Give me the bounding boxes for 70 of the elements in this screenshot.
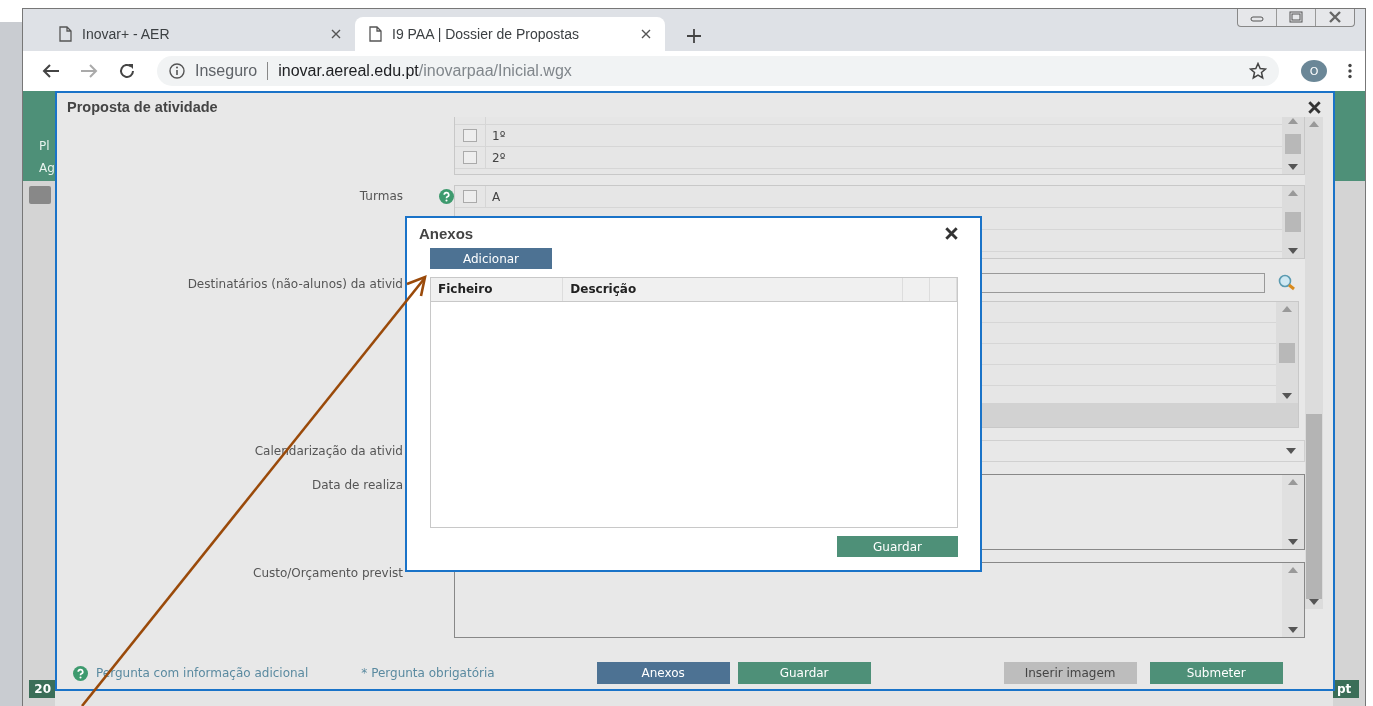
field-label: Destinatários (não-alunos) da ativid [187, 276, 403, 291]
forward-icon[interactable] [80, 63, 98, 79]
scroll-down-icon[interactable] [1286, 448, 1296, 454]
scroll-up-icon[interactable] [1288, 479, 1298, 485]
field-label: Data de realiza [312, 477, 403, 492]
back-icon[interactable] [42, 63, 60, 79]
page-icon [59, 26, 72, 42]
scrollbar[interactable] [1282, 117, 1304, 174]
profile-avatar[interactable]: O [1301, 60, 1327, 82]
close-icon[interactable] [945, 226, 958, 240]
scroll-thumb[interactable] [1279, 342, 1295, 363]
scroll-thumb[interactable] [1306, 414, 1322, 599]
save-button[interactable]: Guardar [837, 536, 958, 557]
close-icon[interactable] [641, 29, 651, 39]
browser-tab[interactable]: I9 PAA | Dossier de Propostas [355, 17, 665, 51]
scroll-up-icon[interactable] [1288, 567, 1298, 573]
add-button[interactable]: Adicionar [430, 248, 552, 269]
close-icon[interactable] [331, 29, 341, 39]
close-icon[interactable] [1308, 100, 1321, 114]
scroll-down-icon[interactable] [1288, 627, 1298, 633]
option-label: 2º [491, 150, 506, 165]
search-icon[interactable] [1277, 274, 1297, 292]
collapse-button[interactable] [29, 186, 51, 204]
action-button[interactable]: Anexos [596, 662, 730, 684]
browser-tab[interactable]: Inovar+ - AER [45, 17, 355, 51]
scroll-up-icon[interactable] [1282, 306, 1292, 312]
scroll-thumb[interactable] [1285, 134, 1301, 154]
legend-text: * Pergunta obrigatória [361, 666, 495, 680]
scroll-up-icon[interactable] [1288, 118, 1298, 124]
star-icon[interactable] [1249, 62, 1267, 80]
action-button[interactable]: Guardar [737, 662, 871, 684]
url-text: inovar.aereal.edu.pt/inovarpaa/Inicial.wgx [278, 62, 572, 80]
scrollbar[interactable] [1282, 186, 1304, 258]
scrollbar[interactable] [1282, 475, 1304, 549]
column-header: Descrição [563, 278, 904, 301]
plus-icon[interactable] [687, 29, 701, 43]
option-label: A [491, 189, 501, 204]
scroll-down-icon[interactable] [1288, 539, 1298, 545]
scroll-down-icon[interactable] [1288, 248, 1298, 254]
address-bar[interactable]: Inseguro inovar.aereal.edu.pt/inovarpaa/Inicial.wgx [157, 56, 1279, 86]
scroll-down-icon[interactable] [1288, 164, 1298, 170]
help-icon [73, 665, 88, 681]
info-icon[interactable] [169, 63, 185, 79]
dialog-title: Proposta de atividade [67, 99, 218, 115]
text-area[interactable] [454, 562, 1305, 638]
field-label: Custo/Orçamento previst [253, 565, 403, 580]
action-button[interactable]: Submeter [1149, 662, 1283, 684]
menu-text: Pl [39, 139, 51, 153]
scrollbar[interactable] [1305, 117, 1323, 609]
option-label: 1º [491, 128, 506, 143]
scroll-up-icon[interactable] [1309, 121, 1319, 127]
checkbox[interactable] [463, 190, 477, 203]
checkbox[interactable] [463, 129, 477, 142]
scrollbar[interactable] [1282, 563, 1304, 637]
menu-text: Ag [39, 161, 55, 175]
column-header: Ficheiro [431, 278, 564, 301]
scrollbar[interactable] [1276, 302, 1298, 403]
action-button[interactable]: Inserir imagem [1003, 662, 1137, 684]
field-label: Turmas [359, 188, 403, 203]
menu-icon[interactable] [1347, 63, 1353, 79]
checkbox[interactable] [463, 151, 477, 164]
dialog-title: Anexos [419, 224, 474, 242]
security-label: Inseguro [195, 62, 258, 80]
footer-text: pt [1333, 680, 1359, 698]
footer-text: 20 [29, 680, 55, 698]
reload-icon[interactable] [118, 62, 136, 80]
scroll-up-icon[interactable] [1288, 190, 1298, 196]
scroll-thumb[interactable] [1285, 212, 1301, 232]
page-icon [369, 26, 382, 42]
scroll-down-icon[interactable] [1282, 393, 1292, 399]
